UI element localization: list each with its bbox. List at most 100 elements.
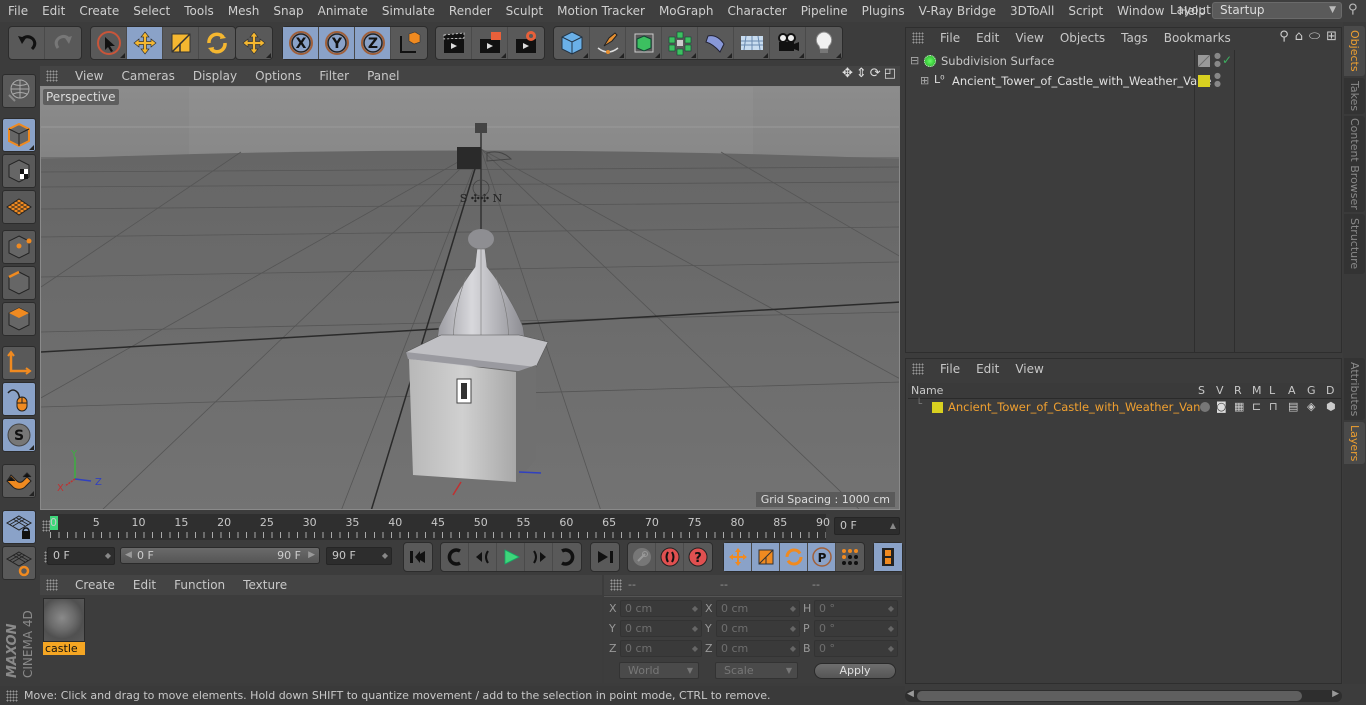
- scale-button[interactable]: [163, 27, 199, 59]
- menu-file[interactable]: File: [0, 4, 35, 18]
- column-manager[interactable]: M: [1252, 384, 1262, 397]
- menu-3dtoall[interactable]: 3DToAll: [1003, 4, 1061, 18]
- start-frame-field[interactable]: 0 F ◆: [47, 547, 115, 565]
- frame-range-slider[interactable]: ◀ 0 F 90 F ▶: [120, 547, 320, 564]
- layers-menu-view[interactable]: View: [1007, 362, 1051, 376]
- material-menu-function[interactable]: Function: [165, 578, 234, 592]
- viewport-menu-options[interactable]: Options: [246, 69, 310, 83]
- menu-script[interactable]: Script: [1061, 4, 1110, 18]
- apply-button[interactable]: Apply: [814, 663, 896, 679]
- expand-icon[interactable]: ⊞: [920, 74, 929, 87]
- column-deformers[interactable]: D: [1326, 384, 1334, 397]
- menu-plugins[interactable]: Plugins: [855, 4, 912, 18]
- panel-grip[interactable]: [46, 579, 58, 591]
- visibility-dots-icon[interactable]: ● ●: [1214, 52, 1221, 68]
- panel-grip[interactable]: [912, 32, 924, 44]
- menu-animate[interactable]: Animate: [311, 4, 375, 18]
- material-menu-edit[interactable]: Edit: [124, 578, 165, 592]
- pan-icon[interactable]: ✥: [842, 66, 853, 81]
- orbit-icon[interactable]: ⟳: [870, 66, 881, 81]
- layers-menu-edit[interactable]: Edit: [968, 362, 1007, 376]
- menu-pipeline[interactable]: Pipeline: [794, 4, 855, 18]
- panel-grip[interactable]: [912, 363, 924, 375]
- end-frame-field[interactable]: 90 F ◆: [326, 547, 392, 565]
- column-name[interactable]: Name: [911, 384, 943, 397]
- render-view-button[interactable]: [436, 27, 472, 59]
- panel-grip[interactable]: [6, 689, 18, 702]
- hierarchy-icon[interactable]: ⊏: [1252, 400, 1261, 413]
- column-view[interactable]: V: [1216, 384, 1224, 397]
- menu-motion-tracker[interactable]: Motion Tracker: [550, 4, 652, 18]
- size-y-field[interactable]: 0 cm ◆: [716, 620, 800, 637]
- menu-create[interactable]: Create: [72, 4, 126, 18]
- column-render[interactable]: R: [1234, 384, 1242, 397]
- panel-grip[interactable]: [46, 70, 58, 82]
- objects-menu-file[interactable]: File: [932, 31, 968, 45]
- tab-layers[interactable]: Layers: [1344, 422, 1365, 464]
- key-position-button[interactable]: [724, 543, 752, 571]
- viewport-menu-view[interactable]: View: [66, 69, 112, 83]
- layer-name[interactable]: Ancient_Tower_of_Castle_with_Weather_Van…: [948, 400, 1208, 414]
- pos-z-field[interactable]: 0 cm ◆: [620, 640, 702, 657]
- layout-dropdown[interactable]: Startup ▼: [1212, 2, 1342, 19]
- panel-grip[interactable]: [610, 579, 622, 591]
- generator-icon[interactable]: ◈: [1307, 400, 1315, 413]
- cube-button[interactable]: [554, 27, 590, 59]
- y-axis-button[interactable]: Y: [319, 27, 355, 59]
- tab-content-browser[interactable]: Content Browser: [1344, 116, 1365, 212]
- range-right-arrow-icon[interactable]: ▶: [308, 548, 315, 563]
- size-z-field[interactable]: 0 cm ◆: [716, 640, 800, 657]
- enabled-check-icon[interactable]: ✓: [1222, 53, 1232, 67]
- layers-menu-file[interactable]: File: [932, 362, 968, 376]
- object-row-subdivision-surface[interactable]: ⊟ Subdivision Surface ● ● ✓: [906, 52, 1341, 72]
- next-frame-button[interactable]: [525, 543, 553, 571]
- tweak-mode-button[interactable]: [2, 382, 36, 416]
- visibility-dots-icon[interactable]: ● ●: [1214, 72, 1221, 88]
- undo-button[interactable]: [9, 27, 45, 59]
- edges-mode-button[interactable]: [2, 266, 36, 300]
- camera-button[interactable]: [770, 27, 806, 59]
- menu-render[interactable]: Render: [442, 4, 499, 18]
- menu-edit[interactable]: Edit: [35, 4, 72, 18]
- object-name[interactable]: Ancient_Tower_of_Castle_with_Weather_Van…: [952, 74, 1212, 88]
- eye-icon[interactable]: ◙: [1216, 400, 1227, 413]
- scroll-right-icon[interactable]: ▶: [1332, 689, 1339, 699]
- make-editable-button[interactable]: [2, 74, 36, 108]
- animation-icon[interactable]: ▤: [1288, 400, 1298, 413]
- menu-character[interactable]: Character: [720, 4, 793, 18]
- search-icon[interactable]: ⚲: [1279, 29, 1289, 44]
- goto-start-button[interactable]: [404, 543, 432, 571]
- timeline-ruler[interactable]: 0 5 10 15 20 25 30 35 40 45 50 55 60 65 70 75 80 85 90: [50, 514, 830, 540]
- z-axis-button[interactable]: Z: [355, 27, 391, 59]
- column-locked[interactable]: L: [1269, 384, 1275, 397]
- camera-label[interactable]: Perspective: [43, 89, 119, 105]
- scroll-left-icon[interactable]: ◀: [907, 689, 914, 699]
- x-axis-button[interactable]: X: [283, 27, 319, 59]
- recent-move-button[interactable]: [236, 27, 272, 59]
- prev-frame-button[interactable]: [469, 543, 497, 571]
- maximize-view-icon[interactable]: ◰: [884, 66, 896, 81]
- menu-tools[interactable]: Tools: [177, 4, 221, 18]
- redo-button[interactable]: [45, 27, 81, 59]
- current-frame-field[interactable]: 0 F ▲: [834, 517, 900, 535]
- menu-select[interactable]: Select: [126, 4, 177, 18]
- workplane-mode-button[interactable]: [2, 190, 36, 224]
- menu-vray-bridge[interactable]: V-Ray Bridge: [912, 4, 1003, 18]
- material-menu-texture[interactable]: Texture: [234, 578, 296, 592]
- tab-objects[interactable]: Objects: [1344, 26, 1365, 76]
- floor-button[interactable]: [734, 27, 770, 59]
- axis-mode-button[interactable]: [2, 346, 36, 380]
- rot-p-field[interactable]: 0 ° ◆: [814, 620, 898, 637]
- key-pla-button[interactable]: [836, 543, 864, 571]
- deformer-button[interactable]: [698, 27, 734, 59]
- goto-end-button[interactable]: [591, 543, 619, 571]
- deformer-icon[interactable]: ⬢: [1326, 400, 1336, 413]
- clapper-icon[interactable]: ▦: [1234, 400, 1244, 413]
- coordinate-mode-dropdown[interactable]: World ▼: [619, 662, 699, 679]
- key-path-button[interactable]: [628, 543, 656, 571]
- snap-button[interactable]: [2, 464, 36, 498]
- layer-row[interactable]: └ Ancient_Tower_of_Castle_with_Weather_V…: [908, 399, 1341, 417]
- new-window-icon[interactable]: ⊞: [1326, 29, 1337, 44]
- layer-none-icon[interactable]: [1198, 55, 1210, 67]
- render-settings-button[interactable]: [508, 27, 544, 59]
